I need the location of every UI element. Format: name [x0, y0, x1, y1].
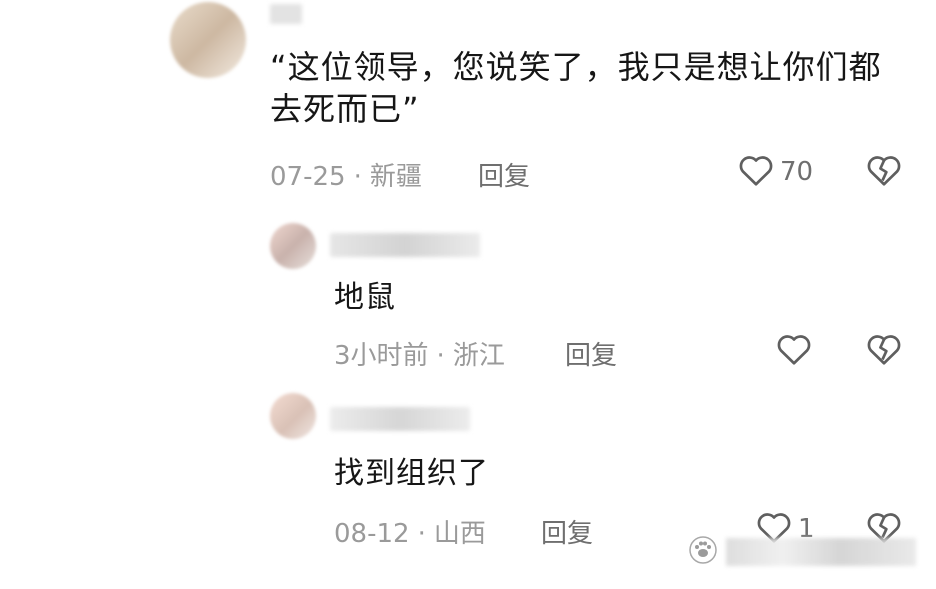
comment-date: 08-12	[334, 519, 410, 549]
reply-button[interactable]: 回复	[565, 335, 617, 372]
comment-date: 3小时前	[334, 341, 429, 371]
heart-outline-icon	[738, 153, 774, 191]
meta-separator: ·	[353, 162, 362, 192]
meta-separator: ·	[436, 341, 445, 371]
comment-location: 新疆	[369, 162, 422, 192]
comment-date: 07-25	[270, 162, 346, 192]
paw-logo-icon	[688, 535, 718, 569]
comment-text: 地鼠	[334, 280, 396, 315]
comment-meta: 07-25 · 新疆	[270, 156, 422, 193]
dislike-button[interactable]	[866, 153, 902, 191]
like-button[interactable]: 70	[738, 153, 813, 191]
reply-comment-item: 地鼠 3小时前 · 浙江 回复	[0, 205, 936, 375]
like-button[interactable]	[776, 332, 818, 370]
username-blurred[interactable]	[330, 407, 470, 431]
comment-text: “这位领导，您说笑了，我只是想让你们都去死而已”	[270, 48, 882, 128]
reply-button[interactable]: 回复	[478, 156, 530, 193]
meta-separator: ·	[417, 519, 426, 549]
comment-meta: 3小时前 · 浙江	[334, 335, 505, 372]
watermark	[688, 535, 916, 569]
comment-location: 浙江	[452, 341, 505, 371]
avatar[interactable]	[170, 2, 246, 78]
comment-meta: 08-12 · 山西	[334, 513, 486, 550]
username-blurred[interactable]	[330, 233, 480, 257]
reply-button[interactable]: 回复	[541, 513, 593, 550]
username-blurred[interactable]	[270, 4, 302, 24]
avatar[interactable]	[270, 393, 316, 439]
broken-heart-icon	[866, 335, 902, 370]
heart-outline-icon	[776, 332, 812, 370]
comment-location: 山西	[433, 519, 486, 549]
avatar[interactable]	[270, 223, 316, 269]
like-count: 70	[780, 157, 814, 187]
dislike-button[interactable]	[866, 332, 902, 370]
broken-heart-icon	[866, 156, 902, 191]
comment-text: 找到组织了	[334, 456, 489, 491]
comment-item: “这位领导，您说笑了，我只是想让你们都去死而已” 07-25 · 新疆 回复 70	[0, 0, 936, 200]
watermark-blurred-text	[726, 538, 916, 566]
